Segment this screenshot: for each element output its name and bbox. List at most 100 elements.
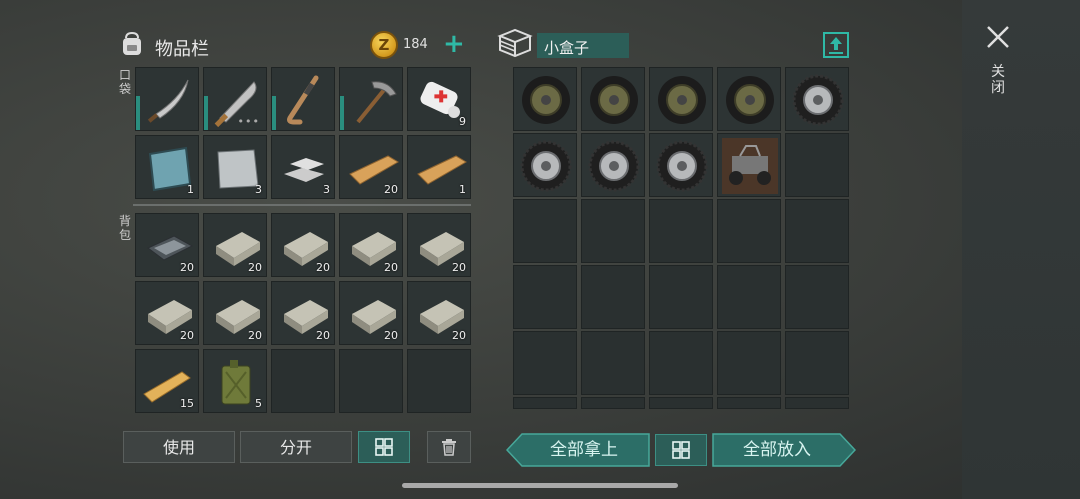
item-count: 20 <box>452 329 466 342</box>
container-slot[interactable] <box>513 133 577 197</box>
pocket-slot[interactable]: 1 <box>135 135 199 199</box>
item-count: 20 <box>316 261 330 274</box>
pocket-slot[interactable] <box>271 67 335 131</box>
container-slot[interactable] <box>649 397 713 409</box>
container-slot[interactable] <box>785 133 849 197</box>
put-all-button[interactable]: 全部放入 <box>712 433 842 467</box>
use-button[interactable]: 使用 <box>123 431 235 463</box>
backpack-slot[interactable]: 15 <box>135 349 199 413</box>
item-count: 20 <box>180 261 194 274</box>
container-slot[interactable] <box>649 133 713 197</box>
item-count: 20 <box>180 329 194 342</box>
pocket-slot[interactable]: 20 <box>339 135 403 199</box>
grid-icon <box>375 438 393 456</box>
backpack-label: 背包 <box>119 214 132 242</box>
item-count: 1 <box>187 183 194 196</box>
container-slot[interactable] <box>785 331 849 395</box>
close-icon[interactable] <box>985 24 1011 50</box>
container-slot[interactable] <box>717 67 781 131</box>
item-count: 9 <box>459 115 466 128</box>
container-slot[interactable] <box>649 67 713 131</box>
pocket-slot[interactable]: 9 <box>407 67 471 131</box>
pocket-slot[interactable]: 3 <box>271 135 335 199</box>
backpack-slot[interactable]: 20 <box>135 213 199 277</box>
close-label[interactable]: 关闭 <box>991 64 1005 96</box>
wheel-silver-icon <box>520 140 572 192</box>
add-coins-button[interactable]: + <box>443 30 465 58</box>
backpack-slot[interactable] <box>407 349 471 413</box>
container-slot[interactable] <box>785 265 849 329</box>
backpack-slot[interactable] <box>271 349 335 413</box>
more-dots: ••• <box>237 115 260 128</box>
pocket-slot[interactable] <box>339 67 403 131</box>
container-slot[interactable] <box>785 67 849 131</box>
item-count: 20 <box>248 329 262 342</box>
container-slot[interactable] <box>649 199 713 263</box>
container-slot[interactable] <box>513 199 577 263</box>
pocket-slot[interactable] <box>135 67 199 131</box>
container-title: 小盒子 <box>544 39 590 57</box>
container-sort-button[interactable] <box>655 434 707 466</box>
atv-icon <box>722 138 778 194</box>
container-slot[interactable] <box>513 265 577 329</box>
take-all-button[interactable]: 全部拿上 <box>520 433 648 467</box>
inventory-title: 物品栏 <box>155 39 209 60</box>
coin-icon: Z <box>370 31 398 59</box>
backpack-slot[interactable]: 20 <box>271 281 335 345</box>
upload-icon[interactable] <box>823 32 849 58</box>
backpack-slot[interactable]: 20 <box>407 281 471 345</box>
container-slot[interactable] <box>785 199 849 263</box>
sort-button[interactable] <box>358 431 410 463</box>
grid-icon <box>672 441 690 459</box>
trash-icon <box>442 439 456 456</box>
container-slot[interactable] <box>581 199 645 263</box>
container-slot[interactable] <box>649 265 713 329</box>
backpack-slot[interactable]: 20 <box>135 281 199 345</box>
backpack-slot[interactable]: 20 <box>203 281 267 345</box>
item-count: 3 <box>323 183 330 196</box>
wheel-olive-icon <box>658 76 706 124</box>
item-count: 20 <box>316 329 330 342</box>
item-count: 20 <box>384 261 398 274</box>
container-slot[interactable] <box>581 67 645 131</box>
item-count: 3 <box>255 183 262 196</box>
trash-button[interactable] <box>427 431 471 463</box>
container-slot[interactable] <box>649 331 713 395</box>
pocket-slot[interactable]: 3 <box>203 135 267 199</box>
container-slot[interactable] <box>513 331 577 395</box>
container-slot[interactable] <box>513 67 577 131</box>
item-count: 5 <box>255 397 262 410</box>
pocket-slot[interactable]: ••• <box>203 67 267 131</box>
box-icon <box>497 28 533 58</box>
pickaxe-icon <box>356 81 397 124</box>
backpack-slot[interactable]: 20 <box>203 213 267 277</box>
container-slot[interactable] <box>717 133 781 197</box>
container-slot[interactable] <box>581 265 645 329</box>
container-slot[interactable] <box>717 265 781 329</box>
side-panel <box>962 0 1080 499</box>
container-slot[interactable] <box>581 397 645 409</box>
backpack-slot[interactable] <box>339 349 403 413</box>
pocket-slot[interactable]: 1 <box>407 135 471 199</box>
backpack-slot[interactable]: 5 <box>203 349 267 413</box>
wheel-silver-icon <box>656 140 708 192</box>
split-button[interactable]: 分开 <box>240 431 352 463</box>
wheel-olive-icon <box>726 76 774 124</box>
curved-sword-icon <box>147 79 189 123</box>
backpack-slot[interactable]: 20 <box>339 281 403 345</box>
container-slot[interactable] <box>717 397 781 409</box>
container-slot[interactable] <box>581 133 645 197</box>
container-slot[interactable] <box>513 397 577 409</box>
container-slot[interactable] <box>785 397 849 409</box>
backpack-slot[interactable]: 20 <box>407 213 471 277</box>
item-count: 20 <box>452 261 466 274</box>
wheel-silver-icon <box>792 74 844 126</box>
backpack-slot[interactable]: 20 <box>339 213 403 277</box>
container-slot[interactable] <box>581 331 645 395</box>
container-slot[interactable] <box>717 199 781 263</box>
coin-count: 184 <box>403 37 428 52</box>
item-count: 20 <box>248 261 262 274</box>
backpack-slot[interactable]: 20 <box>271 213 335 277</box>
container-slot[interactable] <box>717 331 781 395</box>
item-count: 15 <box>180 397 194 410</box>
